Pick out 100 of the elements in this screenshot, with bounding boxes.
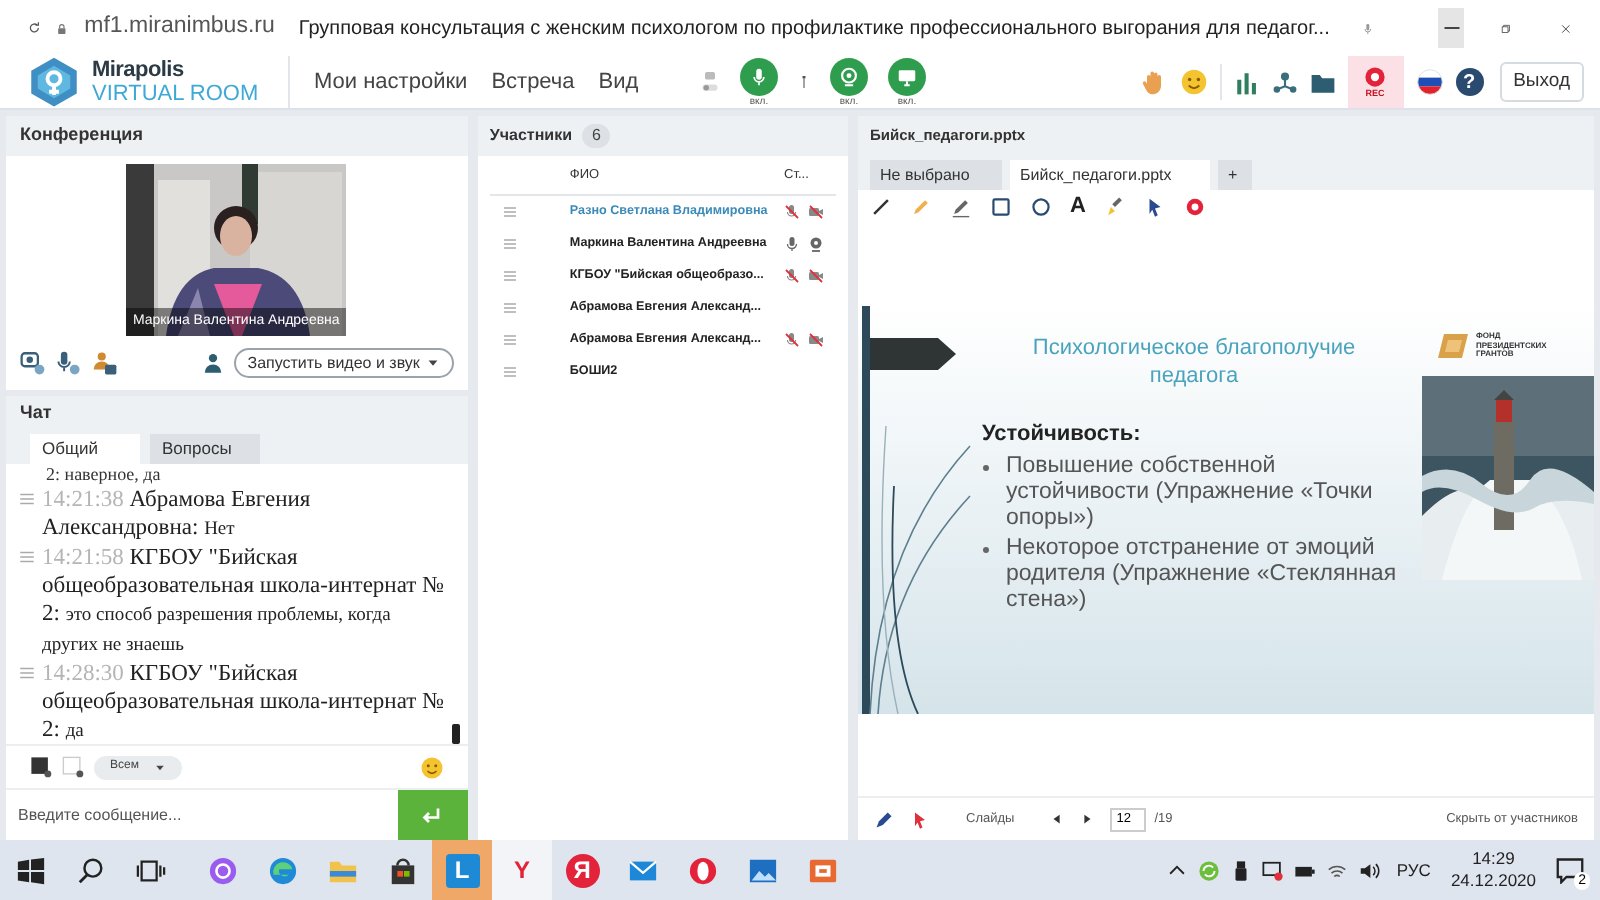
- taskbar-button[interactable]: Y: [492, 840, 552, 900]
- microphone-button[interactable]: [740, 57, 778, 95]
- bullet-icon: [982, 463, 990, 471]
- crossed-camera-icon: [808, 204, 824, 220]
- task-view-icon: [135, 855, 165, 885]
- page-title: Групповая консультация с женским психологом по профилактике профессионального выгорания для педагог...: [298, 15, 1330, 43]
- panel-title: Участники: [489, 124, 572, 148]
- record-icon: [1364, 66, 1387, 88]
- help-button[interactable]: ?: [1455, 68, 1484, 96]
- taskbar-button[interactable]: Я: [552, 840, 612, 900]
- edge-icon: [267, 855, 297, 885]
- crossed-camera-icon: [808, 332, 824, 348]
- drag-handle-icon[interactable]: [501, 268, 518, 284]
- bullet-text: Некоторое отстранение от эмоций родителя (Упражнение «Стеклянная стена»): [1006, 535, 1399, 613]
- language-indicator[interactable]: РУС: [1396, 857, 1431, 883]
- drag-handle-icon[interactable]: [18, 548, 36, 566]
- menu-item[interactable]: Мои настройки: [314, 65, 468, 99]
- document-tab[interactable]: +: [1218, 160, 1252, 190]
- taskbar-button[interactable]: L: [432, 840, 492, 900]
- fund-logo-icon: [1438, 330, 1470, 362]
- document-tab[interactable]: Бийск_педагоги.pptx: [1010, 160, 1210, 190]
- text-tool[interactable]: A: [1070, 196, 1086, 218]
- next-slide-icon[interactable]: [1080, 812, 1095, 826]
- count-badge: 6: [582, 124, 611, 148]
- notification-icon[interactable]: [1556, 856, 1584, 884]
- chat-message: 2: наверное, да: [44, 464, 163, 486]
- network-icon[interactable]: [1271, 69, 1298, 95]
- envelope-icon: [627, 855, 657, 885]
- url-text[interactable]: mf1.miranimbus.ru: [84, 10, 275, 46]
- drag-handle-icon[interactable]: [501, 300, 518, 316]
- pencil-icon[interactable]: [950, 196, 972, 218]
- color-swatch-icon[interactable]: [30, 756, 52, 778]
- flag-icon[interactable]: [1415, 68, 1444, 96]
- person-icon[interactable]: [201, 352, 224, 374]
- drag-handle-icon[interactable]: [18, 490, 36, 508]
- pen-icon[interactable]: [874, 809, 894, 829]
- assistant-icon: [207, 855, 237, 885]
- bar-chart-icon[interactable]: [1233, 69, 1260, 95]
- bullet-icon: [982, 545, 990, 553]
- menu-item[interactable]: Вид: [598, 65, 639, 99]
- clock-date[interactable]: 24.12.2020: [1450, 870, 1536, 892]
- drag-handle-icon[interactable]: [501, 364, 518, 380]
- enter-icon: [420, 803, 445, 827]
- chat-message: 14:21:58 КГБОУ "Бийская общеобразовательная школа-интернат № 2: это способ разрешения проблемы, когда других не знаешь: [42, 544, 447, 660]
- photo-icon: [747, 855, 777, 885]
- previous-slide-icon[interactable]: [1050, 812, 1065, 826]
- slide-title: Психологическое благополучие педагога: [1030, 334, 1358, 390]
- color-swatch-icon[interactable]: [62, 756, 84, 778]
- chat-message: 14:28:30 КГБОУ "Бийская общеобразовательная школа-интернат № 2: да: [42, 660, 447, 744]
- circle-icon[interactable]: [1030, 196, 1052, 218]
- letter-app-icon: L: [445, 853, 479, 887]
- opera-icon: [687, 855, 717, 885]
- rectangle-icon[interactable]: [990, 196, 1012, 218]
- caret-icon: [425, 356, 440, 370]
- drag-handle-icon[interactable]: [18, 664, 36, 682]
- record-icon[interactable]: [1183, 196, 1206, 218]
- camera-settings-icon[interactable]: [20, 350, 46, 376]
- smiley-icon[interactable]: [1179, 68, 1208, 96]
- people-icon[interactable]: [92, 350, 118, 376]
- drag-handle-icon[interactable]: [501, 204, 518, 220]
- clock-time[interactable]: 14:29: [1472, 848, 1515, 870]
- line-icon[interactable]: [870, 196, 892, 218]
- presentation-icon: [807, 855, 837, 885]
- speaker-icon[interactable]: [1357, 859, 1380, 881]
- crossed-camera-icon: [808, 268, 824, 284]
- message-input[interactable]: Введите сообщение...: [6, 790, 398, 840]
- muted-microphone-icon: [784, 268, 800, 284]
- monitor-alert-icon[interactable]: [1261, 859, 1284, 881]
- muted-microphone-icon: [784, 332, 800, 348]
- bullet-text: Повышение собственной устойчивости (Упражнение «Точки опоры»): [1006, 453, 1375, 531]
- windows-icon: [15, 855, 45, 885]
- logo-text: Mirapolis: [92, 59, 186, 81]
- drag-handle-icon[interactable]: [501, 332, 518, 348]
- menu-item[interactable]: Встреча: [491, 65, 575, 99]
- marker-icon[interactable]: [910, 196, 932, 218]
- smiley-icon[interactable]: [419, 755, 444, 779]
- exit-button[interactable]: Выход: [1499, 62, 1584, 102]
- camera-button[interactable]: [830, 57, 868, 95]
- chat-tab[interactable]: Общий: [30, 434, 140, 464]
- search-icon: [75, 855, 105, 885]
- drag-handle-icon[interactable]: [501, 236, 518, 252]
- logo-text: VIRTUAL ROOM: [92, 81, 259, 105]
- microphone-icon: [748, 65, 770, 87]
- brush-icon[interactable]: [1103, 196, 1126, 218]
- folder-icon[interactable]: [1309, 69, 1336, 95]
- microphone-settings-icon[interactable]: [56, 350, 82, 376]
- screen-share-button[interactable]: [888, 57, 926, 95]
- monitor-icon: [896, 65, 918, 87]
- panel-title: Чат: [6, 396, 468, 432]
- chat-tab[interactable]: Вопросы: [150, 434, 260, 464]
- webcam-icon: [808, 236, 824, 252]
- minimize-button[interactable]: [1437, 8, 1465, 48]
- webcam-icon: [838, 65, 860, 87]
- pointer-icon[interactable]: [910, 809, 930, 829]
- document-tab[interactable]: Не выбрано: [870, 160, 1002, 190]
- caret-icon: [154, 761, 167, 773]
- muted-microphone-icon: [784, 204, 800, 220]
- shopping-bag-icon: [387, 855, 417, 885]
- start-media-dropdown[interactable]: Запустить видео и звук: [233, 348, 454, 378]
- microphone-icon: [784, 236, 800, 252]
